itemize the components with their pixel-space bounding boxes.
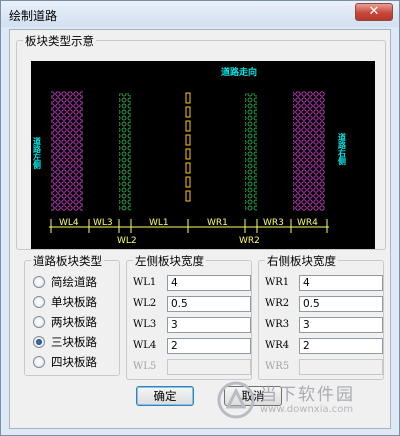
close-button[interactable]: ✕ xyxy=(355,3,393,21)
direction-label: 道路走向 xyxy=(221,66,257,78)
field-label: WR3 xyxy=(265,319,290,330)
window-title: 绘制道路 xyxy=(9,9,58,23)
radio-option-simple-road[interactable]: 简绘道路 xyxy=(33,273,97,291)
radio-label: 四块板路 xyxy=(51,355,97,369)
watermark-url: www.downxia.com xyxy=(260,404,354,415)
radio-button[interactable] xyxy=(33,296,45,308)
ok-button[interactable]: 确定 xyxy=(136,386,194,406)
dim-label-wr4: WR4 xyxy=(297,218,318,228)
radio-option-two-block[interactable]: 两块板路 xyxy=(33,313,97,331)
left-width-group-title: 左侧板块宽度 xyxy=(133,253,206,269)
watermark-brand: 当下软件园 xyxy=(260,385,355,405)
wl4-input[interactable]: 2 xyxy=(167,338,251,354)
radio-label: 三块板路 xyxy=(51,335,97,349)
field-row-wr1: WR1 4 xyxy=(265,275,400,291)
radio-button[interactable] xyxy=(33,356,45,368)
road-type-group: 道路板块类型 简绘道路 单块板路 两块板路 三块板路 四块板路 xyxy=(24,253,120,376)
field-label: WR5 xyxy=(265,361,290,372)
field-row-wr2: WR2 0.5 xyxy=(265,296,400,312)
radio-option-three-block[interactable]: 三块板路 xyxy=(33,333,97,351)
field-label: WL3 xyxy=(133,319,157,330)
road-section-preview: 道路走向 道路左侧 道路右侧 WL4 WL3 WL2 WL1 WR1 WR2 W… xyxy=(31,61,375,249)
watermark: 当下软件园 www.downxia.com xyxy=(216,380,386,420)
right-side-label: 道路右侧 xyxy=(337,132,347,166)
field-row-wr5: WR5 xyxy=(265,359,400,375)
left-side-label: 道路左侧 xyxy=(32,136,42,170)
wl3-input[interactable]: 3 xyxy=(167,317,251,333)
preview-group: 板块类型示意 道路走向 道路左侧 道路右侧 WL4 WL3 WL2 WL1 WR… xyxy=(16,33,386,250)
field-label: WL2 xyxy=(133,298,157,309)
wr5-input xyxy=(299,359,383,375)
field-label: WR4 xyxy=(265,340,290,351)
radio-button[interactable] xyxy=(33,276,45,288)
wl1-input[interactable]: 4 xyxy=(167,275,251,291)
radio-label: 简绘道路 xyxy=(51,275,97,289)
dim-label-wr3: WR3 xyxy=(263,218,284,228)
right-sidewalk-hatch xyxy=(293,91,325,211)
field-label: WR1 xyxy=(265,277,290,288)
wr3-input[interactable]: 3 xyxy=(299,317,383,333)
road-type-group-title: 道路板块类型 xyxy=(31,253,104,269)
field-label: WR2 xyxy=(265,298,290,309)
field-label: WL5 xyxy=(133,361,157,372)
radio-label: 两块板路 xyxy=(51,315,97,329)
dim-label-wl1: WL1 xyxy=(149,218,169,228)
watermark-logo-icon xyxy=(217,381,255,419)
field-row-wr4: WR4 2 xyxy=(265,338,400,354)
title-bar[interactable]: 绘制道路 ✕ xyxy=(1,1,399,27)
wr1-input[interactable]: 4 xyxy=(299,275,383,291)
dim-label-wl4: WL4 xyxy=(59,218,79,228)
dim-label-wl3: WL3 xyxy=(93,218,113,228)
preview-group-title: 板块类型示意 xyxy=(23,33,96,49)
dim-label-wr2: WR2 xyxy=(239,236,260,246)
wr4-input[interactable]: 2 xyxy=(299,338,383,354)
right-green-strip xyxy=(245,93,257,211)
dim-label-wl2: WL2 xyxy=(117,236,137,246)
left-sidewalk-hatch xyxy=(51,91,83,211)
right-width-group: 右侧板块宽度 WR1 4 WR2 0.5 WR3 3 WR4 2 WR5 xyxy=(258,253,384,380)
close-icon: ✕ xyxy=(368,4,380,19)
wl5-input xyxy=(167,359,251,375)
right-width-group-title: 右侧板块宽度 xyxy=(265,253,338,269)
radio-option-four-block[interactable]: 四块板路 xyxy=(33,353,97,371)
radio-option-single-block[interactable]: 单块板路 xyxy=(33,293,97,311)
field-label: WL1 xyxy=(133,277,157,288)
left-green-strip xyxy=(119,93,131,211)
wr2-input[interactable]: 0.5 xyxy=(299,296,383,312)
wl2-input[interactable]: 0.5 xyxy=(167,296,251,312)
field-row-wr3: WR3 3 xyxy=(265,317,400,333)
radio-label: 单块板路 xyxy=(51,295,97,309)
radio-button-checked[interactable] xyxy=(33,336,45,348)
dialog-window: 绘制道路 ✕ 板块类型示意 道路走向 道路左侧 道路右侧 WL4 WL3 WL2… xyxy=(0,0,400,436)
left-width-group: 左侧板块宽度 WL1 4 WL2 0.5 WL3 3 WL4 2 WL5 xyxy=(126,253,252,380)
radio-button[interactable] xyxy=(33,316,45,328)
dim-label-wr1: WR1 xyxy=(207,218,228,228)
field-label: WL4 xyxy=(133,340,157,351)
dialog-body: 板块类型示意 道路走向 道路左侧 道路右侧 WL4 WL3 WL2 WL1 WR… xyxy=(9,29,391,429)
